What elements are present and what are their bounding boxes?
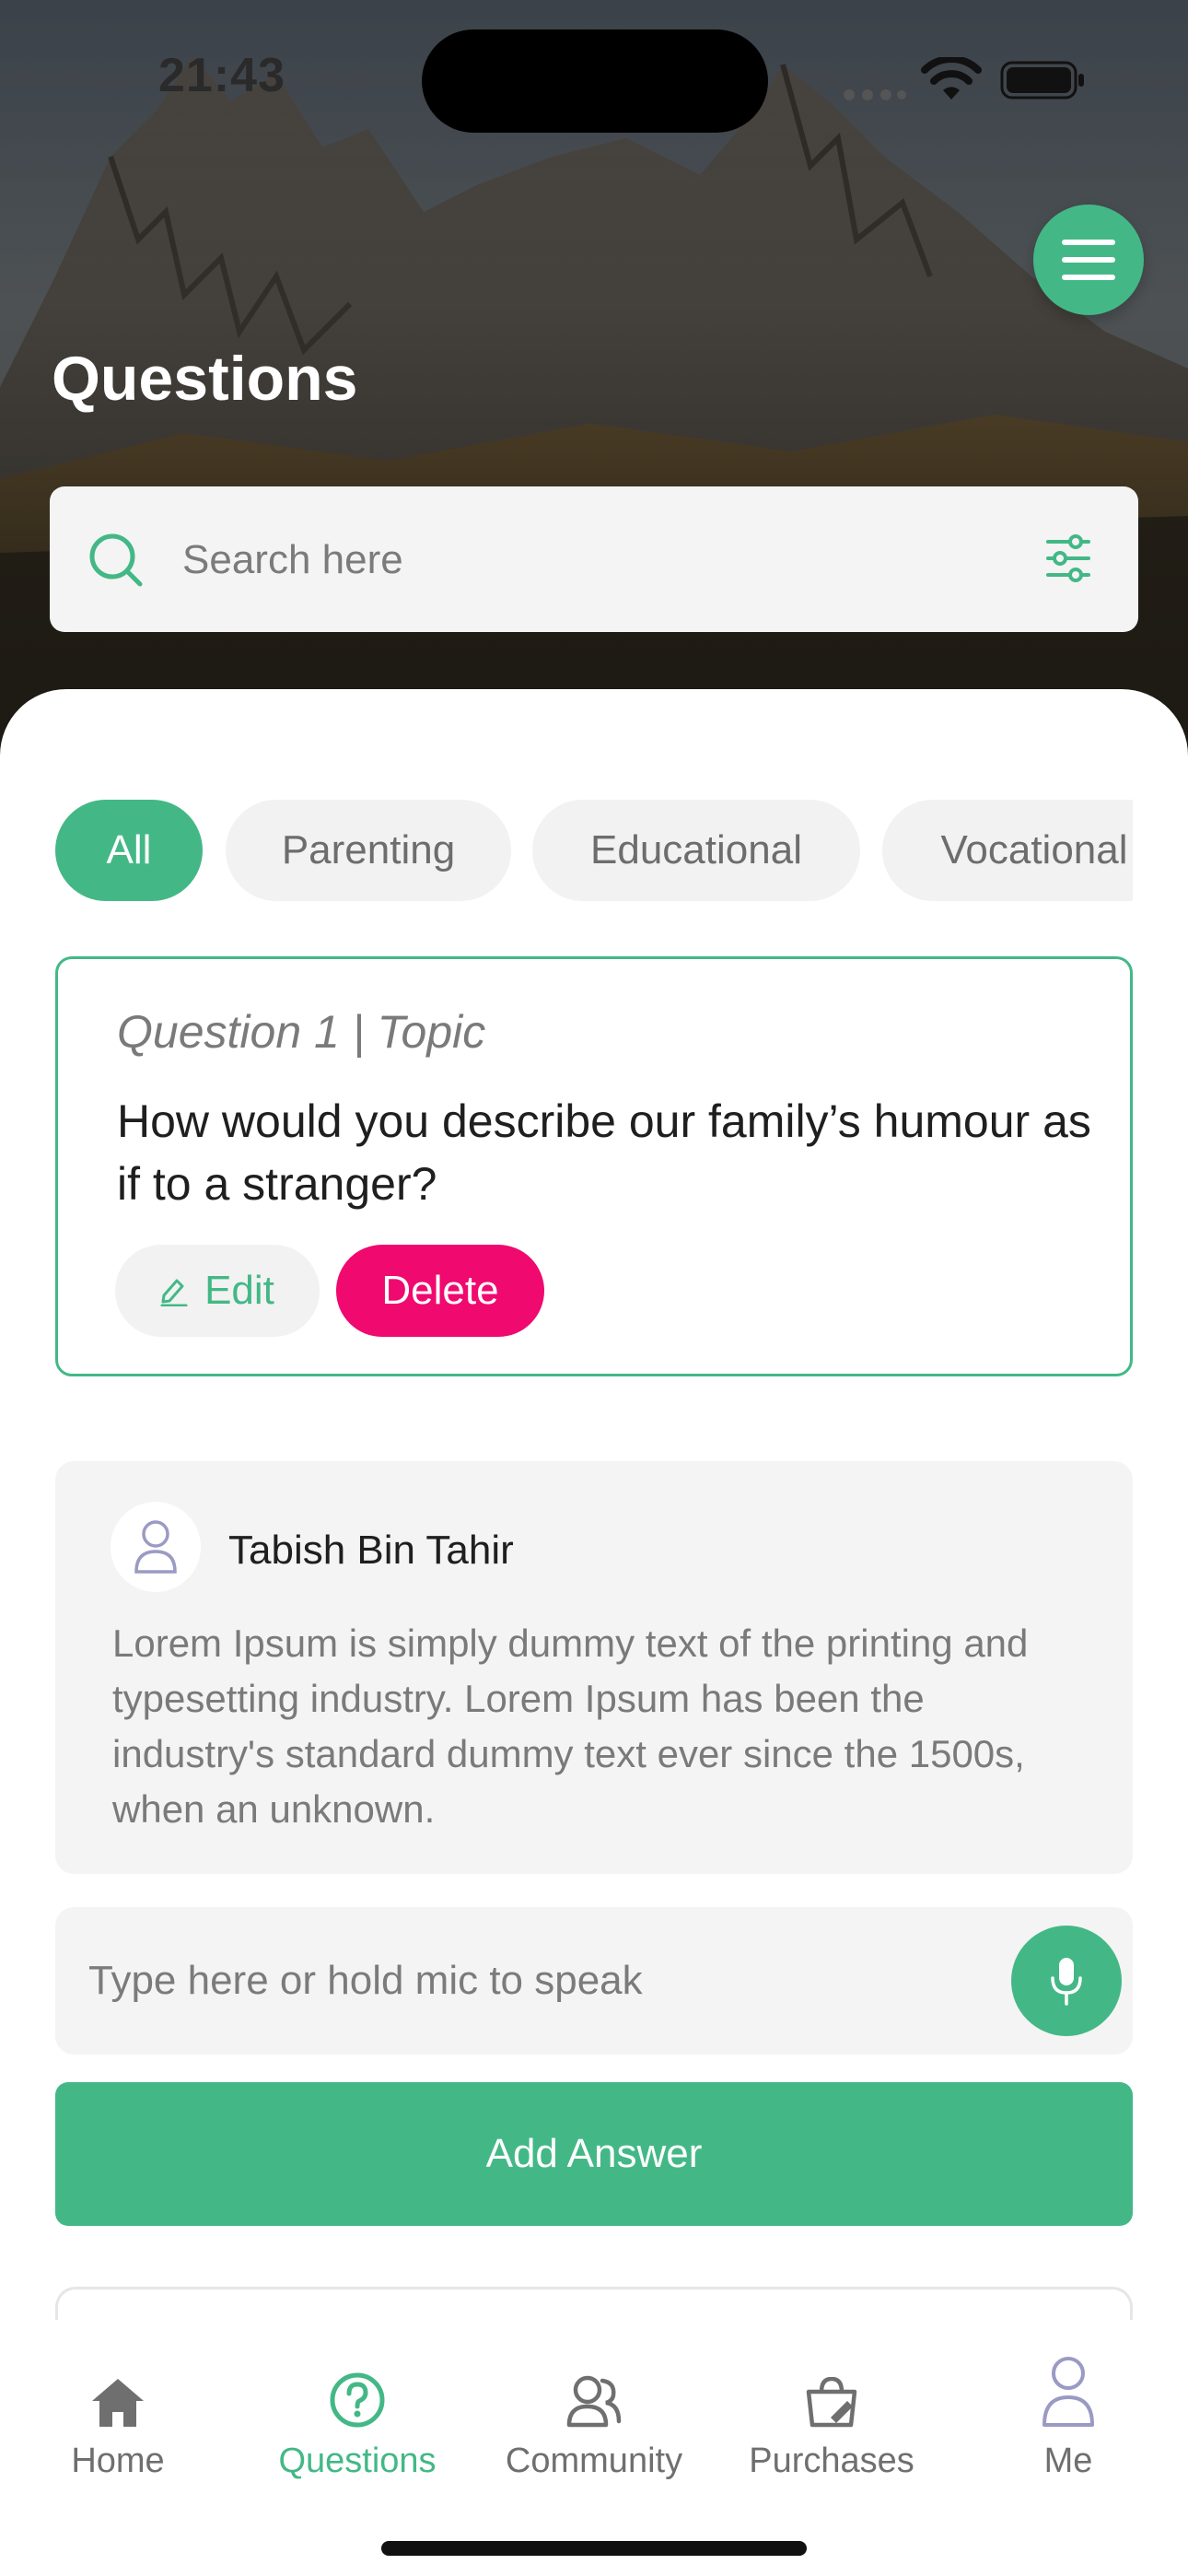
- community-icon: [566, 2375, 622, 2428]
- nav-label-purchases: Purchases: [749, 2441, 914, 2480]
- profile-icon: [1042, 2357, 1094, 2427]
- chip-educational[interactable]: Educational: [532, 800, 860, 901]
- avatar: [111, 1502, 201, 1592]
- nav-item-purchases[interactable]: Purchases: [721, 2346, 942, 2481]
- bottom-navigation: Home Questions Community Purchases Me: [0, 2320, 1188, 2576]
- question-meta: Question 1 | Topic: [117, 1006, 486, 1058]
- search-icon: [89, 533, 143, 587]
- nav-label-me: Me: [1043, 2441, 1093, 2480]
- home-icon: [92, 2379, 144, 2427]
- status-dots-icon: [844, 89, 906, 100]
- delete-button[interactable]: Delete: [336, 1245, 544, 1337]
- microphone-icon: [1051, 1958, 1082, 2006]
- filter-sliders-icon[interactable]: [1046, 534, 1090, 582]
- answer-input-box: [55, 1907, 1133, 2055]
- search-bar: [50, 486, 1138, 632]
- answer-input[interactable]: [88, 1935, 991, 2027]
- chip-parenting[interactable]: Parenting: [226, 800, 511, 901]
- battery-icon: [1000, 61, 1084, 100]
- edit-button[interactable]: Edit: [115, 1245, 320, 1337]
- user-avatar-icon: [134, 1520, 177, 1574]
- question-card: Question 1 | Topic How would you describ…: [55, 956, 1133, 1376]
- nav-item-home[interactable]: Home: [7, 2346, 228, 2481]
- nav-label-community: Community: [505, 2441, 683, 2480]
- page-title: Questions: [52, 344, 358, 414]
- add-answer-button[interactable]: Add Answer: [55, 2082, 1133, 2226]
- menu-button[interactable]: [1033, 205, 1144, 315]
- search-input[interactable]: [182, 514, 1011, 606]
- answer-text: Lorem Ipsum is simply dummy text of the …: [112, 1622, 1029, 1831]
- nav-item-me[interactable]: Me: [958, 2346, 1179, 2481]
- question-circle-icon: [330, 2372, 385, 2428]
- nav-item-questions[interactable]: Questions: [247, 2346, 468, 2481]
- nav-label-questions: Questions: [278, 2441, 437, 2480]
- edit-label: Edit: [204, 1268, 274, 1313]
- nav-label-home: Home: [71, 2441, 165, 2480]
- nav-item-community[interactable]: Community: [483, 2346, 705, 2481]
- hamburger-menu-icon: [1062, 240, 1115, 280]
- status-time: 21:43: [158, 49, 285, 102]
- pencil-icon: [160, 1279, 188, 1306]
- category-chips: All Parenting Educational Vocational: [55, 800, 1133, 903]
- answer-author-name: Tabish Bin Tahir: [228, 1528, 514, 1573]
- answer-card: Tabish Bin Tahir Lorem Ipsum is simply d…: [55, 1461, 1133, 1874]
- wifi-icon: [921, 57, 982, 100]
- chip-all[interactable]: All: [55, 800, 203, 901]
- purchases-bag-icon: [806, 2377, 857, 2428]
- home-indicator: [381, 2541, 807, 2556]
- dynamic-island: [422, 29, 768, 133]
- question-text: How would you describe our family’s humo…: [117, 1095, 1091, 1210]
- mic-button[interactable]: [1011, 1926, 1122, 2036]
- chip-vocational[interactable]: Vocational: [882, 800, 1133, 901]
